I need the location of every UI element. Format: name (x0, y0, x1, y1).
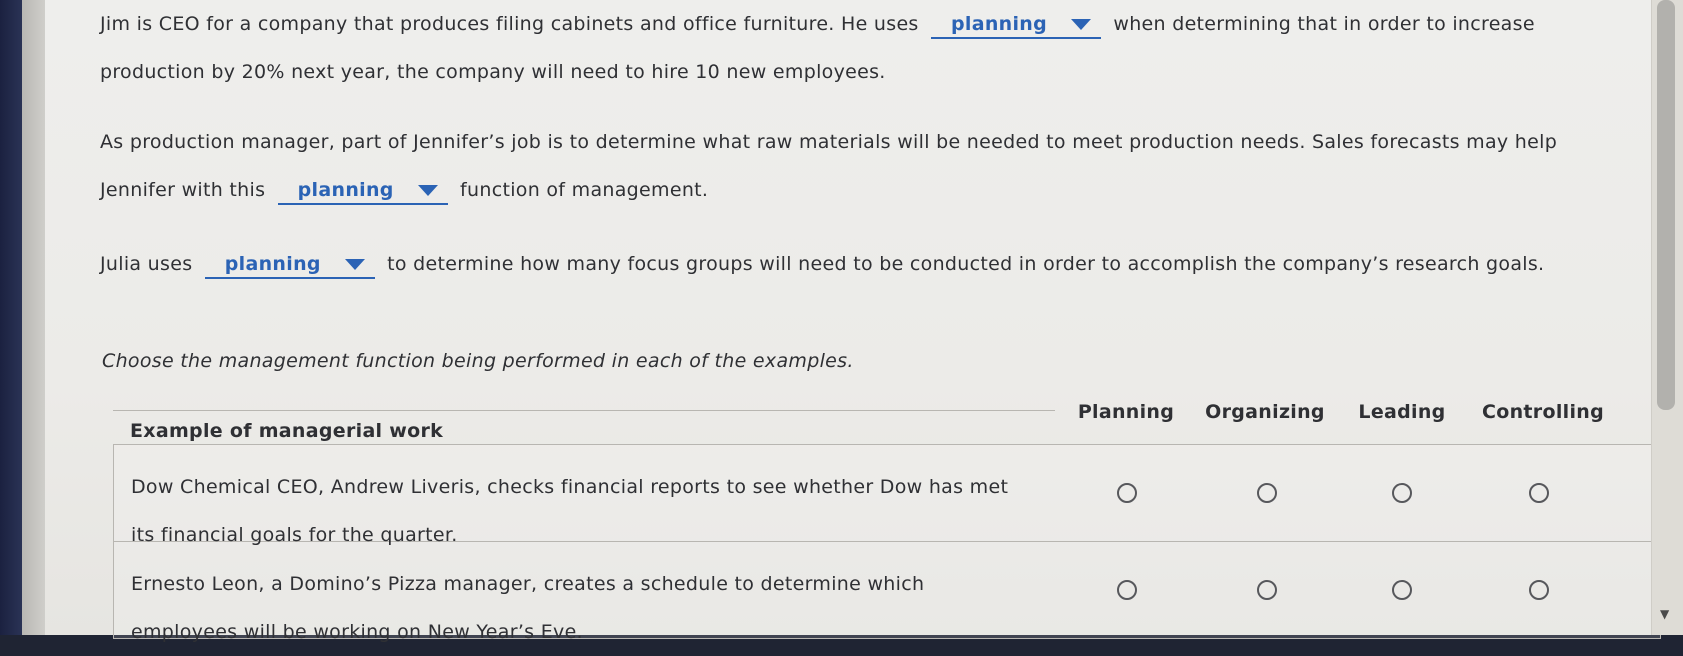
dropdown-value: planning (297, 179, 394, 201)
table-row: Ernesto Leon, a Domino’s Pizza manager, … (114, 542, 1660, 643)
function-dropdown-3[interactable]: planning (204, 251, 375, 279)
paragraph-text: Julia uses (100, 253, 193, 275)
screen-bezel (0, 0, 22, 635)
triangle-down-icon (344, 259, 365, 270)
function-dropdown-1[interactable]: planning (930, 11, 1102, 39)
dropdown-value: planning (224, 253, 321, 275)
vertical-scrollbar[interactable]: ▼ (1651, 0, 1683, 635)
paragraph-text: to determine how many focus groups will … (387, 253, 1545, 275)
table-body: Dow Chemical CEO, Andrew Liveris, checks… (113, 444, 1661, 643)
table-header: Example of managerial work Planning Orga… (113, 401, 1661, 445)
paragraph-julia: Julia uses planning to determine how man… (100, 240, 1620, 288)
example-description: Ernesto Leon, a Domino’s Pizza manager, … (131, 573, 925, 643)
dropdown-value: planning (950, 13, 1048, 35)
management-function-table: Example of managerial work Planning Orga… (113, 401, 1661, 643)
radio-controlling[interactable] (1529, 483, 1549, 503)
scroll-down-icon[interactable]: ▼ (1660, 607, 1669, 621)
radio-controlling[interactable] (1529, 580, 1549, 600)
instruction-text: Choose the management function being per… (102, 350, 854, 372)
radio-organizing[interactable] (1257, 580, 1277, 600)
column-header-planning: Planning (1077, 401, 1175, 423)
radio-planning[interactable] (1117, 483, 1137, 503)
triangle-down-icon (417, 185, 438, 196)
radio-leading[interactable] (1392, 580, 1412, 600)
column-header-leading: Leading (1358, 401, 1446, 423)
column-header-controlling: Controlling (1482, 401, 1604, 423)
paragraph-text: function of management. (460, 179, 709, 201)
function-dropdown-2[interactable]: planning (277, 177, 448, 205)
example-column-header: Example of managerial work (113, 410, 1055, 445)
column-header-organizing: Organizing (1205, 401, 1325, 423)
scrollbar-thumb[interactable] (1657, 0, 1675, 410)
question-page: Jim is CEO for a company that produces f… (45, 0, 1661, 643)
window-frame (22, 0, 45, 635)
radio-organizing[interactable] (1257, 483, 1277, 503)
paragraph-jennifer: As production manager, part of Jennifer’… (100, 118, 1620, 214)
paragraph-jim: Jim is CEO for a company that produces f… (100, 0, 1620, 96)
paragraph-text: Jim is CEO for a company that produces f… (100, 13, 919, 35)
table-row: Dow Chemical CEO, Andrew Liveris, checks… (114, 445, 1660, 546)
radio-leading[interactable] (1392, 483, 1412, 503)
triangle-down-icon (1071, 19, 1092, 30)
radio-planning[interactable] (1117, 580, 1137, 600)
